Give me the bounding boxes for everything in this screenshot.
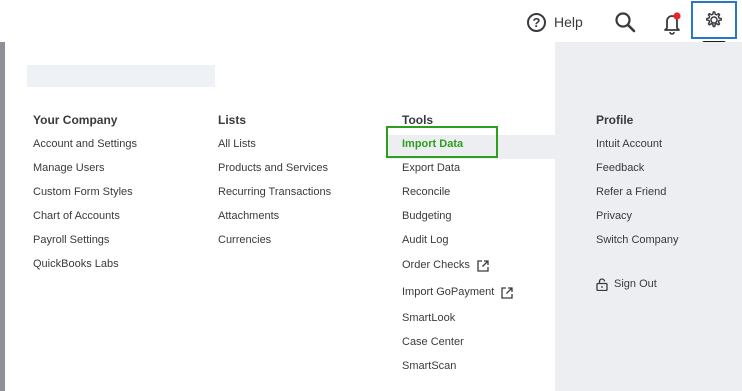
menu-item-all-lists[interactable]: All Lists <box>218 132 331 156</box>
bell-icon <box>664 12 681 35</box>
search-icon <box>615 12 636 33</box>
your-company-column: Your Company Account and Settings Manage… <box>33 108 137 276</box>
help-button[interactable]: ? Help <box>527 10 583 34</box>
menu-item-smartscan[interactable]: SmartScan <box>402 354 514 378</box>
menu-item-case-center[interactable]: Case Center <box>402 330 514 354</box>
tools-heading: Tools <box>402 113 434 127</box>
notification-dot <box>673 12 681 20</box>
menu-item-intuit-account[interactable]: Intuit Account <box>596 132 679 156</box>
left-divider <box>0 42 5 391</box>
notifications-button[interactable] <box>660 10 684 36</box>
question-circle-icon: ? <box>527 12 546 32</box>
lock-icon <box>596 277 608 291</box>
menu-item-products-and-services[interactable]: Products and Services <box>218 156 331 180</box>
menu-item-payroll-settings[interactable]: Payroll Settings <box>33 228 137 252</box>
menu-item-privacy[interactable]: Privacy <box>596 204 679 228</box>
import-gopayment-label: Import GoPayment <box>402 286 495 298</box>
menu-item-feedback[interactable]: Feedback <box>596 156 679 180</box>
profile-heading: Profile <box>596 113 634 127</box>
help-label: Help <box>554 14 583 30</box>
external-link-icon <box>477 259 489 272</box>
company-name-placeholder <box>27 65 215 87</box>
menu-item-attachments[interactable]: Attachments <box>218 204 331 228</box>
external-link-icon <box>501 286 513 299</box>
menu-item-order-checks[interactable]: Order Checks <box>402 252 514 279</box>
gear-icon <box>706 11 722 28</box>
sign-out-label: Sign Out <box>614 278 657 290</box>
menu-item-smartlook[interactable]: SmartLook <box>402 306 514 330</box>
menu-item-import-gopayment[interactable]: Import GoPayment <box>402 279 514 306</box>
menu-item-custom-form-styles[interactable]: Custom Form Styles <box>33 180 137 204</box>
lists-heading: Lists <box>218 113 247 127</box>
settings-button[interactable] <box>691 1 737 39</box>
your-company-heading: Your Company <box>33 113 118 127</box>
menu-item-reconcile[interactable]: Reconcile <box>402 180 514 204</box>
menu-item-export-data[interactable]: Export Data <box>402 156 514 180</box>
tools-column: Tools Import Data Export Data Reconcile … <box>402 108 514 378</box>
search-button[interactable] <box>613 10 637 34</box>
profile-column: Profile Intuit Account Feedback Refer a … <box>596 108 679 296</box>
menu-item-chart-of-accounts[interactable]: Chart of Accounts <box>33 204 137 228</box>
menu-item-manage-users[interactable]: Manage Users <box>33 156 137 180</box>
menu-item-currencies[interactable]: Currencies <box>218 228 331 252</box>
menu-item-budgeting[interactable]: Budgeting <box>402 204 514 228</box>
menu-item-recurring-transactions[interactable]: Recurring Transactions <box>218 180 331 204</box>
menu-item-quickbooks-labs[interactable]: QuickBooks Labs <box>33 252 137 276</box>
menu-item-refer-a-friend[interactable]: Refer a Friend <box>596 180 679 204</box>
order-checks-label: Order Checks <box>402 259 470 271</box>
sign-out-button[interactable]: Sign Out <box>596 272 679 296</box>
menu-item-switch-company[interactable]: Switch Company <box>596 228 679 252</box>
menu-item-account-and-settings[interactable]: Account and Settings <box>33 132 137 156</box>
menu-item-import-data[interactable]: Import Data <box>402 132 514 156</box>
top-bar: ? Help <box>0 0 742 42</box>
lists-column: Lists All Lists Products and Services Re… <box>218 108 331 252</box>
menu-item-audit-log[interactable]: Audit Log <box>402 228 514 252</box>
